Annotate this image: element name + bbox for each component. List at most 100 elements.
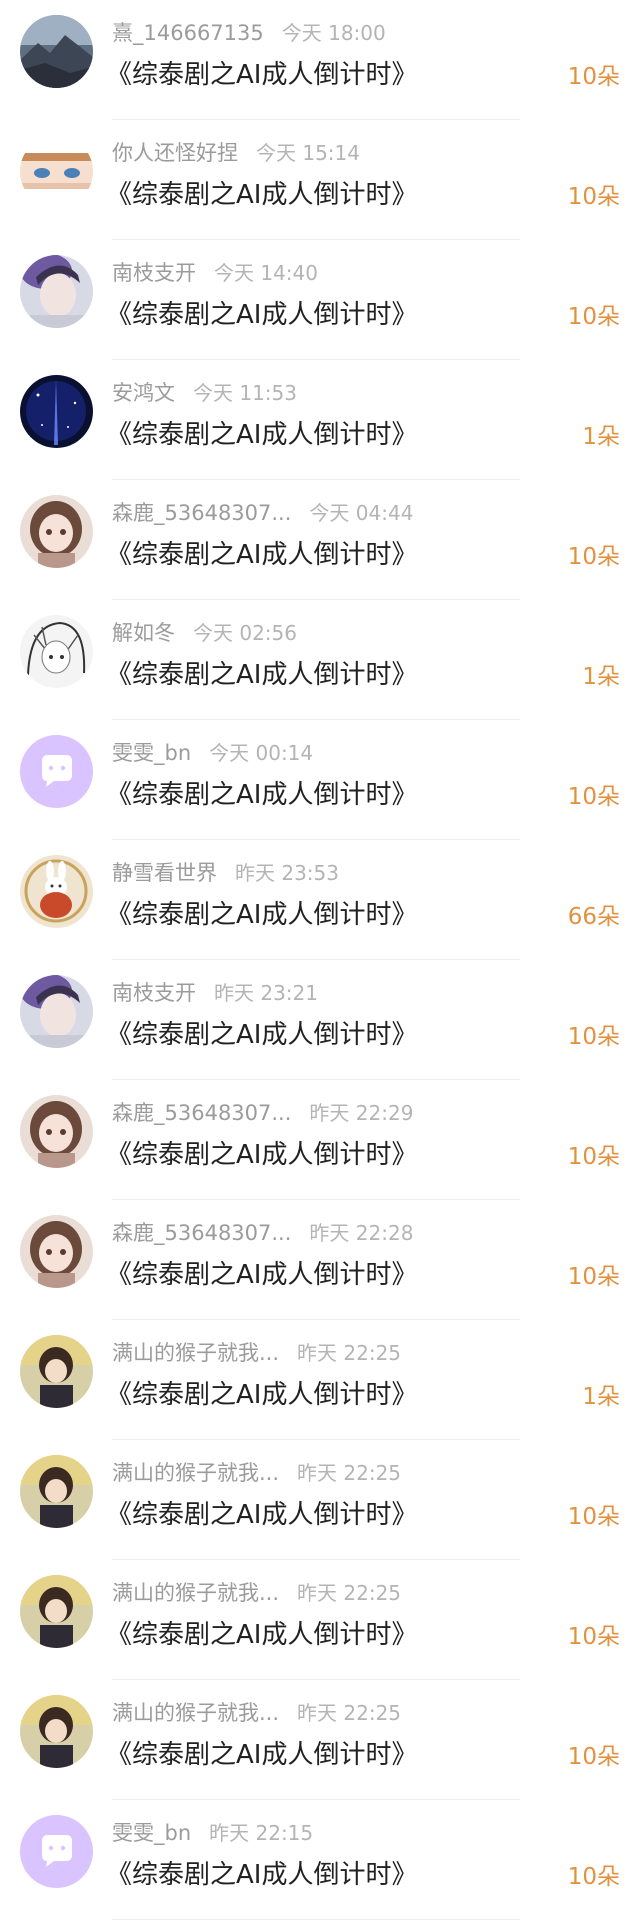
row-divider [112,959,520,960]
sender-meta: 南枝支开 昨天 23:21 [112,978,318,1008]
gift-amount: 10朵 [567,64,620,90]
list-item[interactable]: 雯雯_bn 今天 00:14 《综泰剧之AI成人倒计时》 10朵 [0,722,640,842]
list-item[interactable]: 南枝支开 昨天 23:21 《综泰剧之AI成人倒计时》 10朵 [0,962,640,1082]
anime-girl-avatar[interactable] [20,1215,93,1288]
sender-name[interactable]: 你人还怪好捏 [112,138,238,168]
sender-name[interactable]: 南枝支开 [112,258,196,288]
book-title: 《综泰剧之AI成人倒计时》 [106,60,418,90]
gift-amount: 10朵 [567,1624,620,1650]
list-item[interactable]: 雯雯_bn 昨天 22:15 《综泰剧之AI成人倒计时》 10朵 [0,1802,640,1922]
row-divider [112,1439,520,1440]
book-title: 《综泰剧之AI成人倒计时》 [106,1380,418,1410]
gift-time: 昨天 22:25 [297,1341,402,1365]
sender-name[interactable]: 满山的猴子就我... [112,1338,279,1368]
anime-boy-avatar[interactable] [20,1575,93,1648]
row-divider [112,599,520,600]
gift-amount: 10朵 [567,1864,620,1890]
sender-name[interactable]: 南枝支开 [112,978,196,1008]
sender-meta: 雯雯_bn 今天 00:14 [112,738,313,768]
sender-meta: 静雪看世界 昨天 23:53 [112,858,339,888]
sender-name[interactable]: 熹_146667135 [112,18,264,48]
sketch-girl-avatar[interactable] [20,615,93,688]
list-item[interactable]: 解如冬 今天 02:56 《综泰剧之AI成人倒计时》 1朵 [0,602,640,722]
gift-time: 昨天 22:28 [309,1221,414,1245]
gift-amount: 10朵 [567,1144,620,1170]
anime-boy-avatar[interactable] [20,1695,93,1768]
sender-meta: 你人还怪好捏 今天 15:14 [112,138,360,168]
sender-name[interactable]: 静雪看世界 [112,858,217,888]
list-item[interactable]: 满山的猴子就我... 昨天 22:25 《综泰剧之AI成人倒计时》 10朵 [0,1562,640,1682]
book-title: 《综泰剧之AI成人倒计时》 [106,1140,418,1170]
gift-amount: 10朵 [567,304,620,330]
list-item[interactable]: 森鹿_53648307... 今天 04:44 《综泰剧之AI成人倒计时》 10朵 [0,482,640,602]
row-divider [112,1199,520,1200]
anime-eyes-avatar[interactable] [20,135,93,208]
gift-amount: 10朵 [567,184,620,210]
book-title: 《综泰剧之AI成人倒计时》 [106,780,418,810]
gift-time: 昨天 22:25 [297,1461,402,1485]
sender-name[interactable]: 森鹿_53648307... [112,1098,291,1128]
anime-girl-avatar[interactable] [20,495,93,568]
row-divider [112,479,520,480]
gift-time: 今天 00:14 [209,741,314,765]
list-item[interactable]: 森鹿_53648307... 昨天 22:29 《综泰剧之AI成人倒计时》 10朵 [0,1082,640,1202]
gift-time: 昨天 23:53 [235,861,339,885]
row-divider [112,1079,520,1080]
sender-meta: 满山的猴子就我... 昨天 22:25 [112,1458,401,1488]
sender-name[interactable]: 雯雯_bn [112,738,191,768]
list-item[interactable]: 你人还怪好捏 今天 15:14 《综泰剧之AI成人倒计时》 10朵 [0,122,640,242]
list-item[interactable]: 满山的猴子就我... 昨天 22:25 《综泰剧之AI成人倒计时》 10朵 [0,1682,640,1802]
gift-time: 今天 04:44 [309,501,414,525]
book-title: 《综泰剧之AI成人倒计时》 [106,1740,418,1770]
gift-time: 今天 18:00 [281,21,386,45]
sender-name[interactable]: 满山的猴子就我... [112,1578,279,1608]
gift-amount: 10朵 [567,784,620,810]
sender-meta: 森鹿_53648307... 昨天 22:29 [112,1098,413,1128]
sender-name[interactable]: 森鹿_53648307... [112,1218,291,1248]
list-item[interactable]: 满山的猴子就我... 昨天 22:25 《综泰剧之AI成人倒计时》 1朵 [0,1322,640,1442]
list-item[interactable]: 静雪看世界 昨天 23:53 《综泰剧之AI成人倒计时》 66朵 [0,842,640,962]
sender-name[interactable]: 安鸿文 [112,378,175,408]
gift-amount: 10朵 [567,1264,620,1290]
sender-name[interactable]: 解如冬 [112,618,175,648]
gift-amount: 10朵 [567,1504,620,1530]
portrait-male-avatar[interactable] [20,975,93,1048]
book-title: 《综泰剧之AI成人倒计时》 [106,180,418,210]
sender-name[interactable]: 满山的猴子就我... [112,1698,279,1728]
book-title: 《综泰剧之AI成人倒计时》 [106,1500,418,1530]
row-divider [112,1679,520,1680]
default-app-avatar[interactable] [20,735,93,808]
book-title: 《综泰剧之AI成人倒计时》 [106,1620,418,1650]
rabbit-avatar[interactable] [20,855,93,928]
anime-girl-avatar[interactable] [20,1095,93,1168]
gift-time: 今天 02:56 [193,621,297,645]
sender-name[interactable]: 森鹿_53648307... [112,498,291,528]
list-item[interactable]: 南枝支开 今天 14:40 《综泰剧之AI成人倒计时》 10朵 [0,242,640,362]
landscape-avatar[interactable] [20,15,93,88]
anime-boy-avatar[interactable] [20,1335,93,1408]
book-title: 《综泰剧之AI成人倒计时》 [106,540,418,570]
book-title: 《综泰剧之AI成人倒计时》 [106,1020,418,1050]
list-item[interactable]: 满山的猴子就我... 昨天 22:25 《综泰剧之AI成人倒计时》 10朵 [0,1442,640,1562]
list-item[interactable]: 安鸿文 今天 11:53 《综泰剧之AI成人倒计时》 1朵 [0,362,640,482]
row-divider [112,1799,520,1800]
sender-meta: 森鹿_53648307... 今天 04:44 [112,498,413,528]
list-item[interactable]: 熹_146667135 今天 18:00 《综泰剧之AI成人倒计时》 10朵 [0,2,640,122]
anime-boy-avatar[interactable] [20,1455,93,1528]
row-divider [112,239,520,240]
row-divider [112,719,520,720]
portrait-male-avatar[interactable] [20,255,93,328]
gift-amount: 10朵 [567,544,620,570]
gift-time: 昨天 23:21 [214,981,318,1005]
sender-name[interactable]: 满山的猴子就我... [112,1458,279,1488]
list-item[interactable]: 森鹿_53648307... 昨天 22:28 《综泰剧之AI成人倒计时》 10朵 [0,1202,640,1322]
gift-amount: 1朵 [582,1384,620,1410]
default-app-avatar[interactable] [20,1815,93,1888]
gift-time: 昨天 22:25 [297,1701,402,1725]
night-sky-avatar[interactable] [20,375,93,448]
sender-name[interactable]: 雯雯_bn [112,1818,191,1848]
sender-meta: 满山的猴子就我... 昨天 22:25 [112,1338,401,1368]
gift-amount: 1朵 [582,424,620,450]
sender-meta: 森鹿_53648307... 昨天 22:28 [112,1218,413,1248]
book-title: 《综泰剧之AI成人倒计时》 [106,900,418,930]
